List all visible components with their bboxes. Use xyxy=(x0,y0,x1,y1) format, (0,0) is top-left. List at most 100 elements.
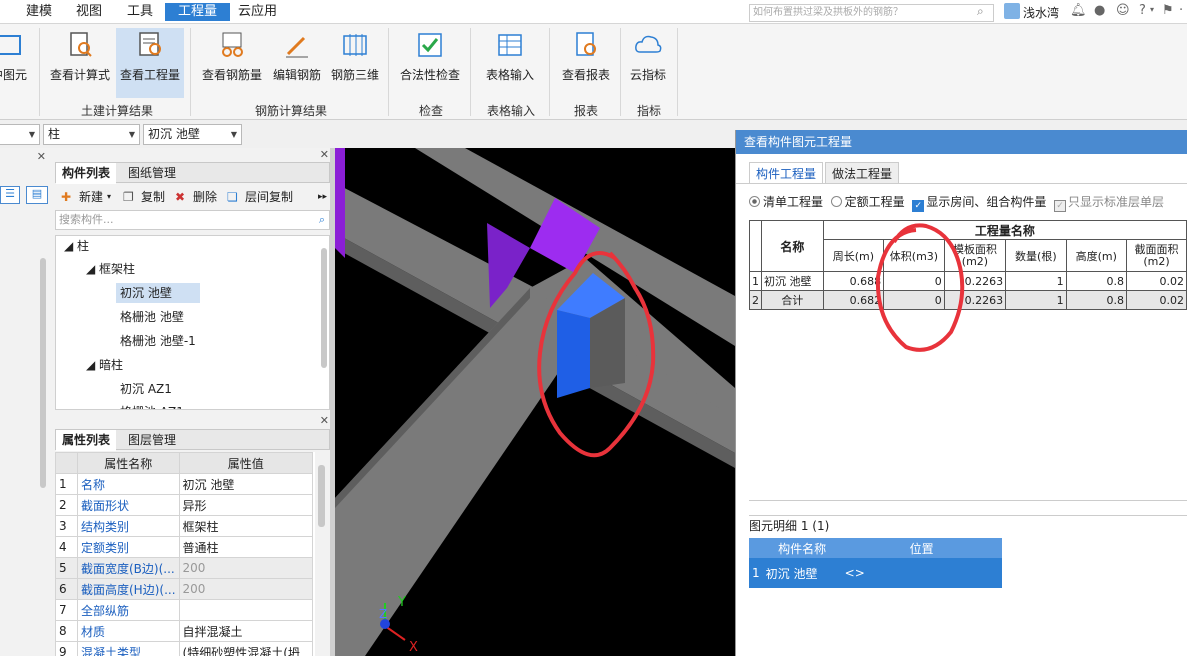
header-section-area: 截面面积(m2) xyxy=(1126,239,1187,272)
x-axis-label: X xyxy=(409,640,418,655)
delete-icon: ✖ xyxy=(175,190,186,204)
group-title-civil: 土建计算结果 xyxy=(80,104,153,118)
table-icon xyxy=(498,34,522,56)
list-quantity-radio[interactable] xyxy=(749,196,760,207)
tree-node-hidden-column[interactable]: ◢ 暗柱 xyxy=(86,355,123,375)
copy-icon: ❐ xyxy=(123,190,134,204)
menu-cloud[interactable]: 云应用 xyxy=(234,3,281,21)
header-height: 高度(m) xyxy=(1065,239,1128,272)
cloud-index-button[interactable]: 云指标 xyxy=(625,28,671,94)
delete-button[interactable]: 删除 xyxy=(193,186,217,208)
quantity-options: 清单工程量 定额工程量 ✓ 显示房间、组合构件量 ✓ 只显示标准层单层 xyxy=(749,193,1187,215)
search-icon[interactable]: ⌕ xyxy=(977,4,984,19)
new-button[interactable]: 新建 xyxy=(79,186,103,208)
bell-icon[interactable]: 🔔︎ xyxy=(1070,3,1087,18)
ribbon-partial-button[interactable]: 中图元 xyxy=(0,28,30,94)
chat-icon[interactable]: ● xyxy=(1094,3,1105,18)
check-icon xyxy=(418,33,442,57)
table-row[interactable]: 7 全部纵筋 xyxy=(55,599,314,621)
rebar-3d-button[interactable]: 钢筋三维 xyxy=(328,28,382,94)
rebar-glasses-icon xyxy=(222,32,243,57)
validity-check-button[interactable]: 合法性检查 xyxy=(395,28,465,94)
username[interactable]: 浅水湾 xyxy=(1023,4,1059,21)
table-row[interactable]: 4 定额类别 普通柱 xyxy=(55,536,314,558)
new-icon: ✚ xyxy=(61,190,72,204)
menu-view[interactable]: 视图 xyxy=(72,3,106,21)
close-icon[interactable]: ✕ xyxy=(37,150,46,163)
search-icon: ⌕ xyxy=(318,213,325,226)
group-title-index: 指标 xyxy=(636,104,661,118)
scrollbar[interactable] xyxy=(318,465,325,527)
new-dropdown-icon[interactable]: ▾ xyxy=(107,186,111,208)
table-row[interactable]: 9 混凝土类型 (特细砂塑性混凝土(坍 xyxy=(55,641,314,656)
quota-quantity-radio[interactable] xyxy=(830,196,842,207)
y-axis-label: Y xyxy=(397,595,406,610)
tree-item-grating-wall-1[interactable]: 格栅池 池壁-1 xyxy=(120,331,196,351)
help-search-input[interactable]: 如何布置拱过梁及拱板外的钢筋？ xyxy=(749,4,994,22)
edit-rebar-button[interactable]: 编辑钢筋 xyxy=(269,28,325,94)
view-report-button[interactable]: 查看报表 xyxy=(555,28,617,94)
property-tabs: 属性列表 图层管理 xyxy=(55,429,330,451)
tree-item-grating-wall[interactable]: 格栅池 池壁 xyxy=(120,307,184,327)
more-arrow-icon[interactable]: ▸▸ xyxy=(318,186,327,208)
pencil-icon xyxy=(286,36,308,58)
std-layer-checkbox[interactable]: ✓ xyxy=(1053,200,1066,212)
table-row[interactable]: 5 截面宽度(B边)(... 200 xyxy=(55,557,314,579)
property-table: 属性名称 属性值 1 名称 初沉 池壁 2 截面形状 异形 3 结构类别 框架柱 4 定额类别普… xyxy=(55,452,315,656)
floor-combo[interactable]: ▼ xyxy=(0,124,40,145)
tree-item-chuchen-az1[interactable]: 初沉 AZ1 xyxy=(120,379,172,399)
avatar[interactable] xyxy=(1004,3,1020,19)
skin-icon[interactable]: ⚑ xyxy=(1162,3,1174,18)
tab-component-list[interactable]: 构件列表 xyxy=(56,163,117,184)
menu-modeling[interactable]: 建模 xyxy=(22,3,56,21)
type-combo[interactable]: 柱 ▼ xyxy=(43,124,140,145)
show-rooms-checkbox[interactable]: ✓ xyxy=(912,200,925,212)
close-icon[interactable]: ✕ xyxy=(320,414,329,427)
table-input-button[interactable]: 表格输入 xyxy=(477,28,543,94)
tree-item-grating-az1[interactable]: 格栅池 AZ1 xyxy=(120,402,184,409)
menu-quantity[interactable]: 工程量 xyxy=(165,3,231,21)
scrollbar[interactable] xyxy=(40,258,46,488)
service-icon[interactable]: ☺ xyxy=(1116,3,1130,18)
table-row[interactable]: 3 结构类别 框架柱 xyxy=(55,515,314,537)
card-view-icon[interactable]: ▤ xyxy=(26,186,48,204)
scrollbar[interactable] xyxy=(321,248,327,368)
tree-item-chuchen-wall[interactable]: 初沉 池壁 xyxy=(116,283,200,303)
help-icon[interactable]: ? xyxy=(1139,3,1146,18)
more-icon[interactable]: · xyxy=(1179,3,1183,18)
navigator-panel: ✕ ☰ ▤ xyxy=(0,148,52,656)
table-row[interactable]: 1 名称 初沉 池壁 xyxy=(55,473,314,495)
element-icon xyxy=(0,35,21,55)
show-rooms-label: 显示房间、组合构件量 xyxy=(926,195,1047,209)
table-row[interactable]: 6 截面高度(H边)(... 200 xyxy=(55,578,314,600)
tab-property-list[interactable]: 属性列表 xyxy=(56,430,117,451)
list-view-icon[interactable]: ☰ xyxy=(0,186,20,204)
help-dropdown-icon[interactable]: ▾ xyxy=(1150,5,1154,14)
tree-node-frame-column[interactable]: ◢ 框架柱 xyxy=(86,259,135,279)
menu-tools[interactable]: 工具 xyxy=(123,3,157,21)
component-tree: ◢ 柱 ◢ 框架柱 初沉 池壁 格栅池 池壁 格栅池 池壁-1 ◢ 暗柱 初沉 … xyxy=(55,235,330,410)
tab-component-quantity[interactable]: 构件工程量 xyxy=(749,162,824,184)
table-row[interactable]: 8 材质 自拌混凝土 xyxy=(55,620,314,642)
view-rebar-button[interactable]: 查看钢筋量 xyxy=(198,28,266,94)
table-row[interactable]: 1 初沉 池壁 <> xyxy=(749,558,1002,588)
layer-copy-button[interactable]: 层间复制 xyxy=(245,186,293,208)
dialog-title: 查看构件图元工程量 xyxy=(736,130,1187,154)
component-combo[interactable]: 初沉 池壁 ▼ xyxy=(143,124,242,145)
table-row[interactable]: 2 截面形状 异形 xyxy=(55,494,314,516)
close-icon[interactable]: ✕ xyxy=(320,148,329,161)
tab-layer-management[interactable]: 图层管理 xyxy=(122,430,182,451)
detail-label: 图元明细 1 (1) xyxy=(749,519,830,533)
formula-icon xyxy=(70,32,92,57)
3d-viewport[interactable]: Y Z X xyxy=(335,148,735,656)
tree-node-column[interactable]: ◢ 柱 xyxy=(64,236,89,256)
component-search-input[interactable]: 搜索构件... ⌕ xyxy=(55,210,330,230)
report-icon xyxy=(576,32,596,56)
copy-button[interactable]: 复制 xyxy=(141,186,165,208)
tab-drawing-management[interactable]: 图纸管理 xyxy=(122,163,182,184)
tab-method-quantity[interactable]: 做法工程量 xyxy=(825,162,900,184)
detail-table: 构件名称 位置 1 初沉 池壁 <> xyxy=(749,538,1002,588)
view-formula-button[interactable]: 查看计算式 xyxy=(47,28,113,94)
group-title-rebar: 钢筋计算结果 xyxy=(254,104,327,118)
view-quantity-button[interactable]: 查看工程量 xyxy=(116,28,184,98)
